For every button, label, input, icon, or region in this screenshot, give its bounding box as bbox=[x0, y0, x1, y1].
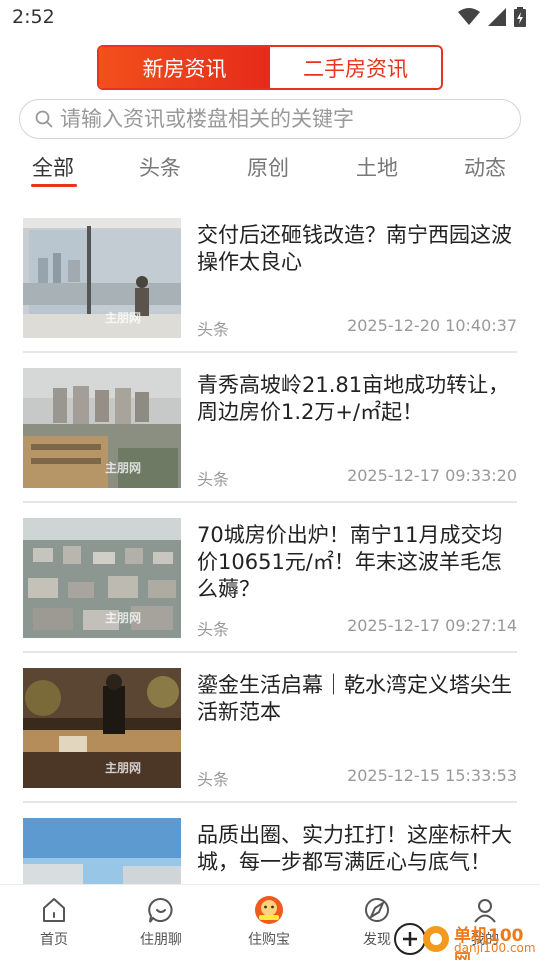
article-date: 2025-12-17 09:33:20 bbox=[347, 466, 517, 485]
article-date: 2025-12-20 10:40:37 bbox=[347, 316, 517, 335]
tab-land[interactable]: 土地 bbox=[356, 152, 398, 182]
signal-icon bbox=[488, 8, 506, 26]
tab-dynamics[interactable]: 动态 bbox=[464, 152, 506, 182]
nav-home[interactable]: 首页 bbox=[14, 895, 94, 949]
search-bar[interactable] bbox=[19, 99, 521, 139]
logo-url: danji100.com bbox=[454, 941, 536, 955]
thumbnail-watermark: 主朋网 bbox=[104, 461, 141, 475]
mascot-icon bbox=[255, 896, 283, 924]
active-tab-indicator bbox=[31, 184, 77, 187]
divider bbox=[23, 801, 517, 803]
article-tag: 头条 bbox=[197, 770, 230, 789]
category-tabs: 全部 头条 原创 土地 动态 bbox=[0, 152, 540, 192]
chat-icon bbox=[148, 897, 173, 923]
status-bar: 2:52 bbox=[0, 0, 540, 36]
thumbnail-watermark: 主朋网 bbox=[104, 311, 141, 325]
article-title: 交付后还砸钱改造？南宁西园这波操作太良心 bbox=[197, 223, 512, 274]
article-date: 2025-12-17 09:27:14 bbox=[347, 616, 517, 635]
article-item[interactable]: 主朋网 青秀高坡岭21.81亩地成功转让，周边房价1.2万+/㎡起！ 头条 20… bbox=[23, 368, 517, 518]
tab-second-hand-news[interactable]: 二手房资讯 bbox=[270, 47, 441, 88]
home-icon bbox=[43, 898, 65, 922]
article-thumbnail: 主朋网 bbox=[23, 368, 181, 488]
divider bbox=[23, 651, 517, 653]
nav-purchase-label: 住购宝 bbox=[248, 932, 290, 948]
tab-all[interactable]: 全部 bbox=[32, 152, 74, 182]
tab-new-house-news[interactable]: 新房资讯 bbox=[99, 47, 270, 88]
wifi-icon bbox=[458, 8, 480, 25]
article-title: 鎏金生活启幕｜乾水湾定义塔尖生活新范本 bbox=[197, 673, 512, 724]
search-icon bbox=[35, 110, 53, 128]
article-title: 青秀高坡岭21.81亩地成功转让，周边房价1.2万+/㎡起！ bbox=[197, 373, 510, 424]
article-list: 主朋网 交付后还砸钱改造？南宁西园这波操作太良心 头条 2025-12-20 1… bbox=[23, 218, 517, 960]
nav-home-label: 首页 bbox=[40, 932, 68, 948]
article-thumbnail: 主朋网 bbox=[23, 518, 181, 638]
site-logo-overlay: 单机100网 danji100.com bbox=[392, 915, 540, 960]
divider bbox=[23, 501, 517, 503]
status-icons bbox=[458, 7, 526, 27]
thumbnail-watermark: 主朋网 bbox=[104, 611, 141, 625]
article-title: 品质出圈、实力扛打！这座标杆大城，每一步都写满匠心与底气！ bbox=[197, 823, 512, 874]
article-title: 70城房价出炉！南宁11月成交均价10651元/㎡！年末这波羊毛怎么薅？ bbox=[197, 523, 503, 601]
status-time: 2:52 bbox=[12, 6, 55, 28]
nav-purchase[interactable]: 住购宝 bbox=[229, 895, 309, 949]
article-item[interactable]: 主朋网 70城房价出炉！南宁11月成交均价10651元/㎡！年末这波羊毛怎么薅？… bbox=[23, 518, 517, 668]
divider bbox=[23, 351, 517, 353]
search-input[interactable] bbox=[60, 107, 500, 131]
tab-original[interactable]: 原创 bbox=[247, 152, 289, 182]
article-thumbnail: 主朋网 bbox=[23, 218, 181, 338]
compass-icon bbox=[365, 898, 389, 922]
article-item[interactable]: 主朋网 鎏金生活启幕｜乾水湾定义塔尖生活新范本 头条 2025-12-15 15… bbox=[23, 668, 517, 818]
news-type-switch: 新房资讯 二手房资讯 bbox=[97, 45, 443, 90]
article-date: 2025-12-15 15:33:53 bbox=[347, 766, 517, 785]
article-thumbnail: 主朋网 bbox=[23, 668, 181, 788]
article-tag: 头条 bbox=[197, 320, 230, 339]
tab-headlines[interactable]: 头条 bbox=[139, 152, 181, 182]
logo-icon bbox=[394, 923, 449, 955]
article-item[interactable]: 主朋网 交付后还砸钱改造？南宁西园这波操作太良心 头条 2025-12-20 1… bbox=[23, 218, 517, 368]
battery-icon bbox=[514, 7, 526, 27]
nav-chat[interactable]: 住朋聊 bbox=[121, 895, 201, 949]
nav-chat-label: 住朋聊 bbox=[140, 932, 182, 948]
thumbnail-watermark: 主朋网 bbox=[104, 761, 141, 775]
article-tag: 头条 bbox=[197, 620, 230, 639]
article-tag: 头条 bbox=[197, 470, 230, 489]
